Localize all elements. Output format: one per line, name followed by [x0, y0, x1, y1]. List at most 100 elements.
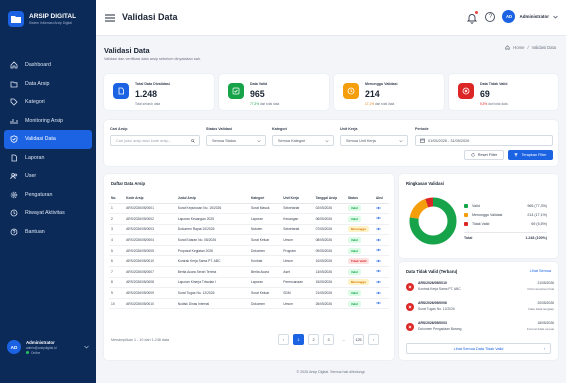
- category-select[interactable]: Semua Kategori: [272, 135, 334, 146]
- invalid-code: ARS/2026/05/0006: [418, 301, 447, 305]
- sidebar-item-pengaturan[interactable]: Pengaturan: [4, 186, 92, 205]
- table-cell: Surat Keluar: [248, 234, 282, 246]
- sidebar-item-bantuan[interactable]: Bantuan: [4, 223, 92, 242]
- status-badge: Valid: [347, 290, 361, 297]
- sidebar-item-monitoring[interactable]: Monitoring Arsip: [4, 112, 92, 131]
- table-cell: 26/05/2026: [313, 298, 346, 310]
- avatar: AD: [7, 340, 21, 354]
- chart-icon: [10, 118, 18, 124]
- file-icon: [11, 154, 17, 162]
- topbar-user-menu[interactable]: AD Administrator: [502, 10, 558, 23]
- table-cell: 10: [109, 298, 125, 310]
- table-cell: 09/05/2026: [313, 245, 346, 257]
- see-all-invalid-button[interactable]: Lihat Semua Data Tidak Valid ›: [406, 343, 551, 354]
- menu-icon[interactable]: [105, 14, 115, 22]
- column-header: Judul Arsip: [175, 194, 249, 204]
- chevron-down-icon: [553, 15, 558, 18]
- invalid-item[interactable]: ARS/2026/05/0010 Kontrak Kerja Sama PT. …: [406, 281, 554, 297]
- sidebar-item-kategori[interactable]: Kategori: [4, 93, 92, 112]
- status-label: Status Validasi: [206, 127, 233, 131]
- status-badge: Valid: [347, 205, 361, 212]
- chevron-down-icon[interactable]: [84, 345, 89, 349]
- x-circle-icon: [406, 323, 414, 331]
- unit-select[interactable]: Semua Unit Kerja: [340, 135, 408, 146]
- table-cell: Kontrak: [248, 255, 282, 268]
- sidebar-item-dashboard[interactable]: Dashboard: [4, 56, 92, 75]
- sidebar-item-riwayat[interactable]: Riwayat Aktivitas: [4, 204, 92, 223]
- sidebar-item-validasi-data[interactable]: Validasi Data: [4, 130, 92, 149]
- invalid-item[interactable]: ARS/2026/05/0003 Dokumen Pengadaan Baran…: [406, 321, 554, 337]
- table-cell: 13/05/2026: [313, 266, 346, 278]
- chevron-down-icon: [257, 140, 261, 143]
- table-row: 8 ARS/2026/05/0008 Laporan Kinerja Triwula…: [109, 277, 389, 289]
- eye-icon[interactable]: [375, 216, 381, 220]
- table-row: 7 ARS/2026/05/0007 Berita Acara Serah Teri…: [109, 266, 389, 278]
- table-cell: Proposal Kegiatan 2026: [175, 245, 249, 257]
- prev-page-button[interactable]: ‹: [278, 334, 289, 345]
- table-row: 9 ARS/2026/05/0009 Surat Tugas No. 12/2026…: [109, 287, 389, 299]
- table-cell: Notulen: [248, 224, 282, 236]
- eye-icon[interactable]: [375, 301, 381, 305]
- table-cell: Umum: [281, 255, 314, 268]
- column-header: Status: [345, 194, 374, 204]
- column-header: Kode Arsip: [124, 194, 176, 204]
- table-row: 3 ARS/2026/05/0003 Dokumen Rapat 10/2026 No…: [109, 224, 389, 236]
- table-cell: Keuangan: [281, 213, 314, 225]
- brand-subtitle: Sistem Informasi Arsip Digital: [29, 20, 72, 25]
- table-cell: 06/05/2026: [313, 213, 346, 225]
- search-icon[interactable]: [191, 139, 195, 143]
- table-cell: 15/05/2026: [313, 277, 346, 289]
- apply-filter-button[interactable]: Terapkan Filter: [508, 150, 553, 160]
- table-row: 4 ARS/2026/05/0004 Surat Edaran No. 08/202…: [109, 234, 389, 246]
- invalid-archive-title: Kontrak Kerja Sama PT. ABC: [418, 287, 461, 291]
- stat-label: Total Data Divalidasi: [135, 82, 170, 86]
- table-cell: 7: [109, 266, 125, 278]
- next-page-button[interactable]: ›: [368, 334, 379, 345]
- eye-icon[interactable]: [375, 248, 381, 252]
- help-button[interactable]: ?: [485, 11, 496, 22]
- status-cell: Menunggu: [345, 277, 374, 289]
- search-input[interactable]: Cari judul arsip atau kode arsip...: [110, 135, 200, 146]
- eye-icon[interactable]: [375, 269, 381, 273]
- eye-icon[interactable]: [375, 227, 381, 231]
- page-ellipsis: ...: [341, 337, 346, 342]
- page-button[interactable]: 1: [293, 334, 304, 345]
- table-cell: 08/05/2026: [313, 234, 346, 246]
- page-button[interactable]: 3: [323, 334, 334, 345]
- status-select[interactable]: Semua Status: [206, 135, 266, 146]
- archive-table-card: Daftar Data Arsip No. Kode Arsip Judul A…: [104, 174, 394, 360]
- reset-filter-button[interactable]: Reset Filter: [464, 150, 504, 160]
- sidebar-item-user[interactable]: User: [4, 167, 92, 186]
- invalid-archive-title: Dokumen Pengadaan Barang: [418, 327, 462, 331]
- brand[interactable]: ARSIP DIGITAL Sistem Informasi Arsip Dig…: [8, 11, 76, 27]
- user-card[interactable]: AD Administrator admin@arsipdigital.id O…: [7, 331, 89, 363]
- apply-filter-label: Terapkan Filter: [521, 153, 547, 157]
- breadcrumb: Home / Validasi Data: [505, 45, 556, 50]
- stat-card-invalid: Data Tidak Valid 69 5,5% dari total data: [449, 74, 558, 110]
- eye-icon[interactable]: [375, 206, 381, 210]
- period-input[interactable]: 01/05/2026 - 31/05/2026: [415, 135, 553, 146]
- legend-swatch: [464, 222, 468, 226]
- eye-icon[interactable]: [375, 280, 381, 284]
- eye-icon[interactable]: [375, 238, 381, 242]
- archive-table: No. Kode Arsip Judul Arsip Kategori Unit…: [109, 194, 389, 310]
- breadcrumb-home[interactable]: Home: [513, 45, 524, 50]
- table-cell: Aset: [281, 266, 314, 278]
- page-button[interactable]: 125: [353, 334, 364, 345]
- reset-filter-label: Reset Filter: [477, 153, 498, 157]
- table-cell: 2: [109, 213, 125, 225]
- notification-button[interactable]: [466, 10, 479, 24]
- main-content: Validasi Data Validasi dan verifikasi da…: [96, 36, 566, 383]
- sidebar-item-data-arsip[interactable]: Data Arsip: [4, 75, 92, 94]
- invalid-code: ARS/2026/05/0010: [418, 281, 447, 285]
- page-button[interactable]: 2: [308, 334, 319, 345]
- chevron-down-icon: [325, 140, 329, 143]
- invalid-item[interactable]: ARS/2026/05/0006 Surat Tugas No. 12/2026…: [406, 301, 554, 317]
- sidebar-item-laporan[interactable]: Laporan: [4, 149, 92, 168]
- invalid-reason: Format tidak sesuai: [527, 327, 554, 331]
- see-all-link[interactable]: Lihat Semua: [530, 269, 551, 273]
- eye-icon[interactable]: [375, 259, 381, 263]
- eye-icon[interactable]: [375, 291, 381, 295]
- table-cell: 07/05/2026: [313, 224, 346, 236]
- table-cell: 6: [109, 255, 125, 268]
